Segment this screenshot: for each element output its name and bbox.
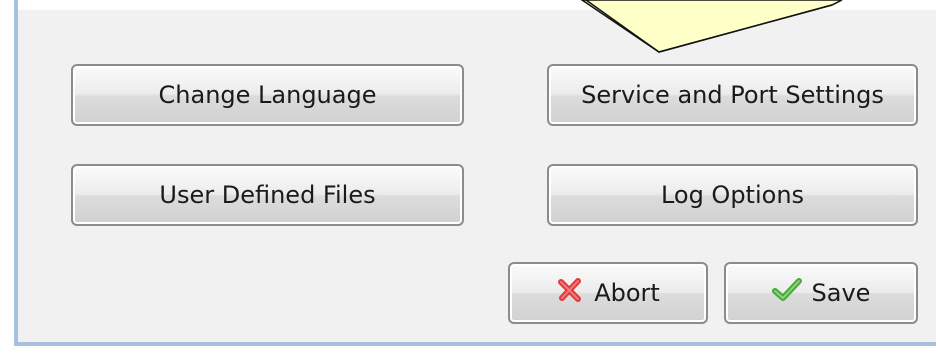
change-language-label: Change Language xyxy=(158,81,377,109)
service-port-settings-button[interactable]: Service and Port Settings xyxy=(547,64,918,126)
user-defined-files-label: User Defined Files xyxy=(159,181,376,209)
dialog-window: Change Language Service and Port Setting… xyxy=(0,0,940,353)
save-button[interactable]: Save xyxy=(724,262,918,324)
checkmark-icon xyxy=(771,277,802,309)
user-defined-files-button[interactable]: User Defined Files xyxy=(71,164,464,226)
x-icon xyxy=(556,276,584,310)
service-port-settings-label: Service and Port Settings xyxy=(581,81,884,109)
change-language-button[interactable]: Change Language xyxy=(71,64,464,126)
log-options-label: Log Options xyxy=(660,181,805,209)
top-strip xyxy=(18,0,936,10)
abort-label: Abort xyxy=(594,279,660,307)
log-options-button[interactable]: Log Options xyxy=(547,164,918,226)
save-label: Save xyxy=(811,279,871,307)
abort-button[interactable]: Abort xyxy=(508,262,708,324)
